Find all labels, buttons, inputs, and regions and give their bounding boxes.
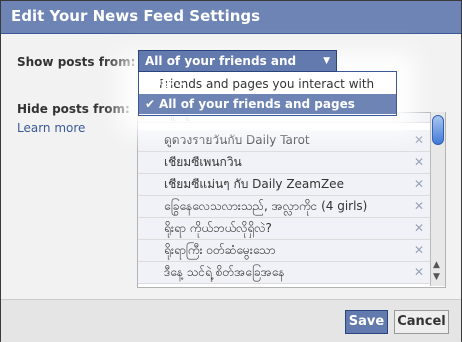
close-icon[interactable]: ✕ xyxy=(414,152,424,173)
list-item: ဒီနေ့ သင်ရဲ့ စိတ်အခြေအနေ ✕ xyxy=(138,262,430,284)
list-item: เชียมซีเพนกวิน ✕ xyxy=(138,152,430,174)
close-icon[interactable]: ✕ xyxy=(414,174,424,195)
list-item: ခြွေနေလေသလားသည်, အလ္လာကိုင (4 girls) ✕ xyxy=(138,196,430,218)
dialog-titlebar: Edit Your News Feed Settings xyxy=(1,1,461,34)
dialog-title: Edit Your News Feed Settings xyxy=(11,7,261,25)
close-icon[interactable]: ✕ xyxy=(414,240,424,261)
list-item: เชียมซีแม่นๆ กับ Daily ZeamZee ✕ xyxy=(138,174,430,196)
list-scrollbar[interactable]: ▲ ▼ xyxy=(430,112,445,286)
close-icon[interactable]: ✕ xyxy=(414,218,424,239)
list-item-name: เชียมซีเพนกวิน xyxy=(164,155,242,169)
chevron-down-icon: ▼ xyxy=(323,56,330,66)
learn-more-link[interactable]: Learn more xyxy=(17,121,85,135)
show-posts-label: Show posts from: xyxy=(17,55,136,69)
close-icon[interactable]: ✕ xyxy=(414,196,424,217)
list-item-name: ดูดวงรายวันกับ Daily Tarot xyxy=(164,133,310,147)
list-item-name: ရိုးရာ ကိုယ်ဘယ်လိုရှိလဲ? xyxy=(164,221,272,235)
checkmark-icon: ✔ xyxy=(145,97,156,111)
scrollbar-thumb[interactable] xyxy=(432,115,444,145)
scroll-down-icon[interactable]: ▼ xyxy=(433,272,440,282)
list-item: ရိုးရာကြီး ဝတ်ဆံမွေးသော ✕ xyxy=(138,240,430,262)
scroll-up-icon[interactable]: ▲ xyxy=(433,260,440,270)
show-posts-select[interactable]: All of your friends and pag... ▼ xyxy=(138,50,337,88)
list-item-name: เชียมซีแม่นๆ กับ Daily ZeamZee xyxy=(164,177,344,191)
news-feed-settings-dialog: Edit Your News Feed Settings Show posts … xyxy=(0,0,462,342)
list-item: ရိုးရာ ကိုယ်ဘယ်လိုရှိလဲ? ✕ xyxy=(138,218,430,240)
hide-posts-label: Hide posts from: xyxy=(17,102,130,116)
list-item-name: ရိုးရာကြီး ဝတ်ဆံမွေးသော xyxy=(164,243,276,257)
list-item: ดูดวงรายวันกับ Daily Tarot ✕ xyxy=(138,130,430,152)
list-item-name: ခြွေနေလေသလားသည်, အလ္လာကိုင (4 girls) xyxy=(164,199,368,213)
close-icon[interactable]: ✕ xyxy=(414,262,424,283)
close-icon[interactable]: ✕ xyxy=(414,130,424,151)
hidden-sources-list: ထူးထူး ดูดวงรายวันกับ Daily Tarot ✕ เชีย… xyxy=(137,112,446,288)
save-button[interactable]: Save xyxy=(345,310,388,334)
dialog-footer: Save Cancel xyxy=(1,299,461,342)
cancel-button[interactable]: Cancel xyxy=(394,310,449,334)
list-item-name: ဒီနေ့ သင်ရဲ့ စိတ်အခြေအနေ xyxy=(164,265,285,279)
menu-item-all-friends[interactable]: ✔ All of your friends and pages xyxy=(139,94,396,114)
